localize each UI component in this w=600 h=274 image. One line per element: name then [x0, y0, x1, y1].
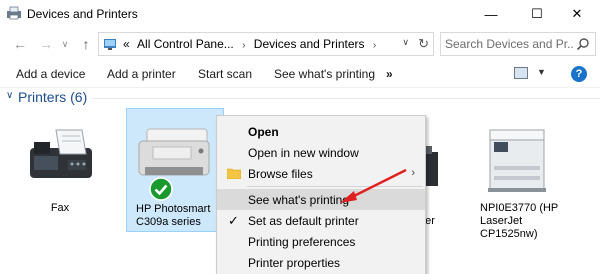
breadcrumb-overflow[interactable]: « [123, 37, 130, 51]
menu-item-label: Printing preferences [248, 235, 356, 249]
add-printer-button[interactable]: Add a printer [107, 67, 176, 81]
folder-icon [227, 168, 241, 179]
recent-locations-button[interactable]: ∨ [58, 34, 72, 54]
close-button[interactable]: ✕ [554, 0, 600, 28]
add-device-button[interactable]: Add a device [16, 67, 85, 81]
annotation-arrow-icon [340, 168, 407, 203]
forward-button[interactable]: → [36, 34, 56, 54]
checkmark-icon: ✓ [228, 213, 239, 228]
breadcrumb-separator-icon[interactable]: › [373, 40, 376, 51]
up-arrow-icon: ↑ [82, 36, 90, 52]
control-panel-icon [104, 39, 116, 50]
chevron-down-icon: ∨ [61, 38, 69, 49]
breadcrumb-item-control-panel[interactable]: All Control Pane... [137, 37, 234, 51]
command-bar: Add a device Add a printer Start scan Se… [0, 60, 600, 88]
navigation-bar: ← → ∨ ↑ « All Control Pane... › Devices … [0, 28, 600, 60]
address-dropdown-icon[interactable]: ∨ [402, 37, 409, 48]
group-label: Printers (6) [18, 89, 88, 105]
view-options-dropdown-icon[interactable]: ▼ [537, 67, 546, 77]
group-divider [92, 98, 600, 99]
device-npi-laserjet[interactable]: NPI0E3770 (HP LaserJet CP1525nw) [470, 118, 562, 244]
search-icon[interactable] [576, 37, 590, 51]
search-input[interactable] [445, 36, 573, 52]
collapse-chevron-icon[interactable]: ∨ [6, 90, 13, 101]
device-fax[interactable]: Fax [10, 118, 110, 228]
menu-item-label: Open in new window [248, 146, 359, 160]
minimize-icon: — [484, 6, 498, 22]
start-scan-button[interactable]: Start scan [198, 67, 252, 81]
back-button[interactable]: ← [10, 34, 30, 54]
submenu-arrow-icon: › [411, 167, 415, 179]
more-commands-icon[interactable]: » [386, 67, 393, 81]
change-view-icon[interactable] [514, 67, 528, 79]
menu-item-set-default-printer[interactable]: ✓ Set as default printer [217, 210, 425, 231]
breadcrumb-separator-icon[interactable]: › [242, 40, 245, 51]
default-check-icon [149, 177, 173, 201]
back-arrow-icon: ← [13, 36, 27, 52]
devices-printers-app-icon [7, 6, 21, 20]
close-icon: ✕ [571, 6, 583, 21]
up-button[interactable]: ↑ [76, 34, 96, 54]
help-label: ? [575, 68, 583, 80]
address-bar[interactable]: « All Control Pane... › Devices and Prin… [98, 32, 434, 56]
device-label-line2: LaserJet [480, 215, 523, 227]
device-label-line3: CP1525nw) [480, 228, 538, 240]
menu-item-label: Set as default printer [248, 214, 359, 228]
printers-group-header[interactable]: ∨ Printers (6) [0, 88, 600, 108]
see-whats-printing-button[interactable]: See what's printing [274, 67, 375, 81]
maximize-icon: ☐ [531, 6, 543, 21]
title-bar: Devices and Printers — ☐ ✕ [0, 0, 600, 28]
window-title: Devices and Printers [27, 7, 138, 21]
menu-item-label: Open [248, 125, 279, 139]
device-label-line1: NPI0E3770 (HP [480, 202, 559, 214]
fax-icon [30, 129, 92, 178]
breadcrumb-item-devices-printers[interactable]: Devices and Printers [254, 37, 365, 51]
laser-printer-icon [488, 129, 546, 192]
refresh-icon[interactable]: ↻ [418, 36, 429, 52]
device-hp-photosmart[interactable]: HP Photosmart C309a series [126, 108, 224, 232]
device-label: Fax [50, 202, 70, 214]
search-box[interactable] [440, 32, 596, 56]
menu-item-open-new-window[interactable]: Open in new window [217, 142, 425, 163]
menu-item-open[interactable]: Open [217, 121, 425, 142]
forward-arrow-icon: → [39, 36, 53, 52]
help-icon[interactable]: ? [571, 66, 587, 82]
menu-item-label: Browse files [248, 167, 313, 181]
minimize-button[interactable]: — [468, 0, 514, 28]
inkjet-printer-icon [138, 128, 210, 176]
menu-item-printing-preferences[interactable]: Printing preferences [217, 231, 425, 252]
breadcrumb: « All Control Pane... › Devices and Prin… [123, 37, 381, 51]
menu-item-printer-properties[interactable]: Printer properties [217, 252, 425, 273]
menu-item-label: Printer properties [248, 256, 341, 270]
